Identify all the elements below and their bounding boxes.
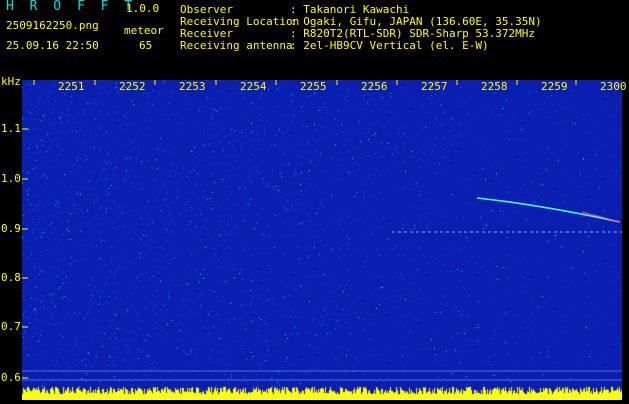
x-tick-label: 2300 — [600, 80, 627, 93]
antenna-label: Receiving antenna — [180, 39, 293, 52]
meteor-trace — [476, 197, 621, 223]
x-tick-label: 2258 — [481, 80, 508, 93]
meteor-count: 65 — [139, 39, 153, 52]
date-time: 25.09.16 22:50 — [6, 39, 99, 52]
x-tick-label: 2254 — [240, 80, 267, 93]
y-tick-label: 1.0 — [1, 172, 21, 185]
spectrogram — [22, 80, 622, 400]
meteor-label: meteor — [124, 24, 164, 37]
app-logo: H R O F F T — [6, 0, 137, 14]
y-tick-label: 1.1 — [1, 122, 21, 135]
x-tick-label: 2255 — [300, 80, 327, 93]
spectrogram-overlay — [22, 80, 622, 381]
x-tick-label: 2253 — [179, 80, 206, 93]
x-tick-label: 2256 — [361, 80, 388, 93]
y-tick-label: 0.6 — [1, 371, 21, 384]
x-tick-label: 2259 — [541, 80, 568, 93]
y-tick-label: 0.7 — [1, 320, 21, 333]
antenna-value: : 2el-HB9CV Vertical (el. E-W) — [290, 39, 489, 52]
x-tick-label: 2257 — [421, 80, 448, 93]
file-name: 2509162250.png — [6, 19, 99, 32]
meteor-trace-head — [581, 211, 621, 223]
header-panel: H R O F F T 1.0.0 2509162250.png meteor … — [0, 0, 629, 80]
app-version: 1.0.0 — [126, 2, 160, 15]
x-tick-label: 2252 — [119, 80, 146, 93]
y-axis-unit: kHz — [1, 75, 21, 88]
y-tick-label: 0.8 — [1, 271, 21, 284]
x-tick-label: 2251 — [58, 80, 85, 93]
y-tick-label: 0.9 — [1, 222, 21, 235]
